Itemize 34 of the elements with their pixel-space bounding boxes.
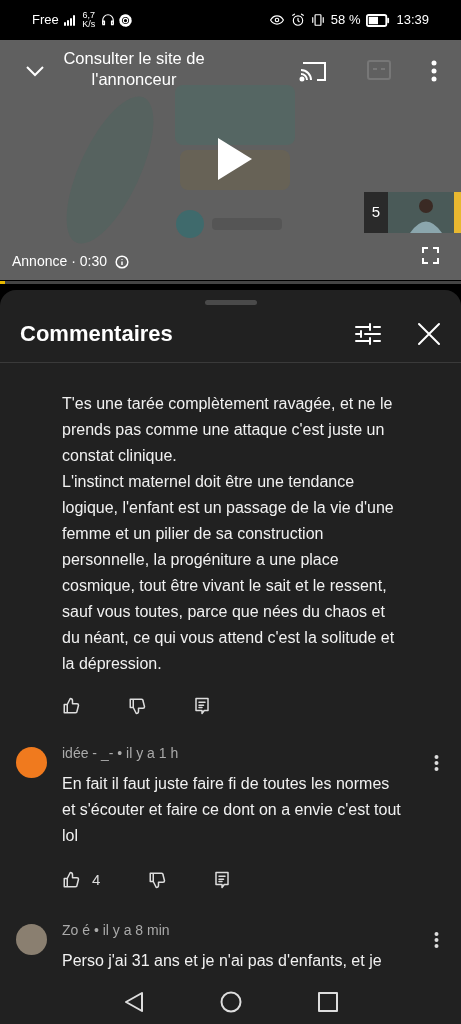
panel-title: Commentaires (20, 320, 174, 348)
comment-text: T'es une tarée complètement ravagée, et ne le prends pas comme une attaque c'est juste un constat clinique. L'instinct maternel doit être une tendance logique, l'enfant est un passage de la vie d'une femme et un pilier de sa construction personnelle, la progéniture a une place cosmique, tout être vivant le sait et le ressent, sauf vous toutes, parce que nées du chaos et du néant, ce qui vous attend c'est la solitude et la dépression. (62, 394, 396, 674)
battery-percent: 58 % (330, 11, 361, 30)
headphones-icon (100, 13, 115, 27)
thumbs-down-icon (148, 871, 167, 890)
alarm-icon (290, 13, 305, 27)
filter-icon (355, 322, 381, 345)
drag-handle[interactable] (204, 300, 257, 305)
home-icon (219, 991, 242, 1013)
comment-text: En fait il faut juste faire fi de toutes les normes et s'écouter et faire ce dont on a envie c'est tout lol (62, 774, 402, 846)
comment-meta: idée - _- • il y a 1 h (62, 744, 179, 763)
carrier-label: Free (32, 11, 59, 30)
close-icon (417, 321, 441, 346)
eye-icon (268, 13, 285, 27)
reply-icon (214, 871, 231, 890)
avatar[interactable] (15, 747, 47, 778)
back-icon (123, 991, 144, 1013)
like-count: 4 (92, 870, 101, 890)
thumbs-down-icon (128, 697, 146, 715)
comment-text: Perso j'ai 31 ans et je n'ai pas d'enfants, et je (62, 950, 383, 971)
signal-icon (62, 14, 77, 26)
network-speed: 6,7 K/s (81, 11, 97, 29)
settings-icon (118, 13, 132, 27)
clock: 13:39 (396, 11, 429, 30)
more-icon[interactable] (434, 755, 439, 771)
recents-icon (317, 992, 338, 1012)
thumbs-up-icon (62, 697, 80, 715)
vibrate-icon (310, 13, 325, 27)
reply-icon (194, 697, 210, 715)
more-icon[interactable] (434, 931, 439, 948)
thumbs-up-icon (62, 871, 80, 890)
battery-icon (366, 13, 391, 27)
comment-meta: Zo é • il y a 8 min (62, 920, 170, 940)
avatar[interactable] (15, 923, 47, 955)
